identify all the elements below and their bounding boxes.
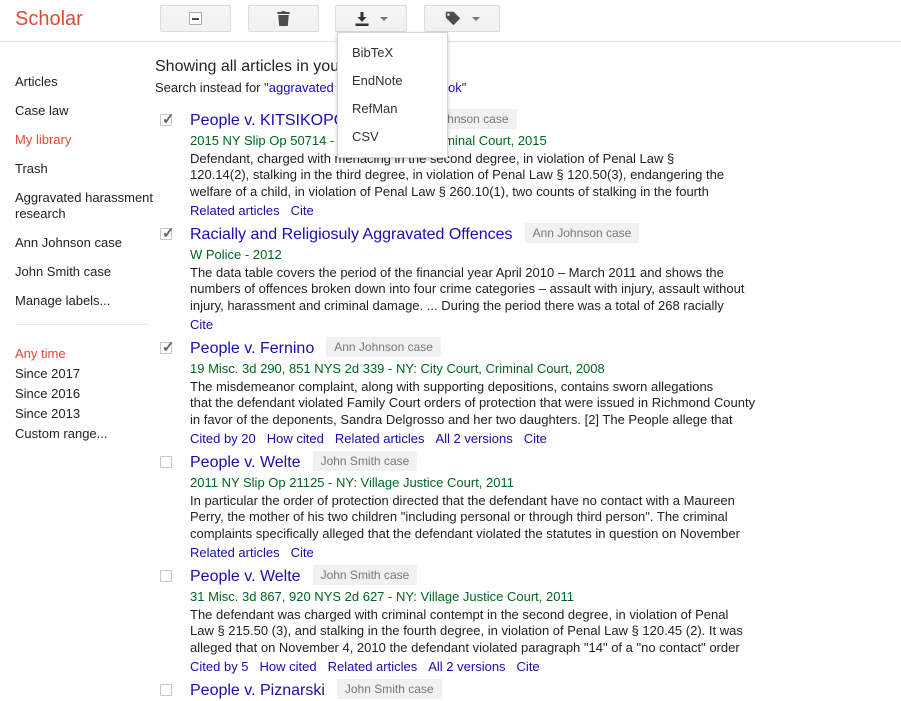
related-articles-link[interactable]: Related articles (190, 545, 280, 560)
label-button[interactable] (424, 5, 500, 32)
article-label-chip: Ann Johnson case (326, 337, 441, 357)
menu-item-bibtex[interactable]: BibTeX (338, 39, 447, 67)
article-checkbox[interactable] (160, 456, 172, 468)
article-item: People v. Fernino Ann Johnson case 19 Mis… (155, 337, 835, 451)
article-item: People v. Welte John Smith case 2011 NY S… (155, 451, 835, 565)
article-label-chip: John Smith case (337, 679, 442, 699)
results-summary: Showing all articles in your library (155, 57, 835, 77)
all-versions-link[interactable]: All 2 versions (428, 659, 505, 674)
minus-checkbox-icon (189, 12, 202, 25)
how-cited-link[interactable]: How cited (260, 659, 317, 674)
trash-icon (277, 11, 290, 26)
article-checkbox[interactable] (160, 342, 172, 354)
cite-link[interactable]: Cite (517, 659, 540, 674)
article-source: 2011 NY Slip Op 21125 - NY: Village Just… (190, 474, 835, 491)
time-filter-any-time[interactable]: Any time (15, 344, 156, 364)
sidebar-item-manage-labels[interactable]: Manage labels... (15, 293, 156, 309)
article-links: Related articles Cite (190, 544, 835, 561)
all-versions-link[interactable]: All 2 versions (435, 431, 512, 446)
article-snippet: The defendant was charged with criminal … (190, 607, 820, 656)
article-checkbox[interactable] (160, 684, 172, 696)
article-item: People v. KITSIKOPOULOSAnn Johnson case … (155, 109, 835, 223)
toolbar (160, 5, 500, 32)
cite-link[interactable]: Cite (524, 431, 547, 446)
article-links: Cited by 20 How cited Related articles All … (190, 430, 835, 447)
article-source: 31 Misc. 3d 867, 920 NYS 2d 627 - NY: Vi… (190, 588, 835, 605)
article-checkbox[interactable] (160, 114, 172, 126)
article-title[interactable]: People v. Piznarski (190, 682, 325, 699)
article-item: People v. Welte John Smith case 31 Misc. … (155, 565, 835, 679)
related-articles-link[interactable]: Related articles (190, 203, 280, 218)
article-label-chip: John Smith case (313, 565, 418, 585)
menu-item-csv[interactable]: CSV (338, 123, 447, 151)
article-label-chip: John Smith case (313, 451, 418, 471)
article-links: Cite (190, 316, 835, 333)
download-icon (355, 12, 369, 26)
time-filter-since-2017[interactable]: Since 2017 (15, 364, 156, 384)
article-snippet: The misdemeanor complaint, along with su… (190, 379, 820, 428)
related-articles-link[interactable]: Related articles (335, 431, 425, 446)
article-snippet: The data table covers the period of the … (190, 265, 820, 314)
article-item: People v. Piznarski John Smith case (155, 679, 835, 701)
delete-button[interactable] (248, 5, 319, 32)
menu-item-endnote[interactable]: EndNote (338, 67, 447, 95)
article-title[interactable]: People v. Welte (190, 568, 301, 585)
article-source: 2015 NY Slip Op 50714 - NY: City Court, … (190, 132, 835, 149)
select-all-button[interactable] (160, 5, 231, 32)
cite-link[interactable]: Cite (291, 545, 314, 560)
menu-item-refman[interactable]: RefMan (338, 95, 447, 123)
article-links: Cited by 5 How cited Related articles All 2… (190, 658, 835, 675)
article-source: W Police - 2012 (190, 246, 835, 263)
cited-by-link[interactable]: Cited by 20 (190, 431, 256, 446)
cited-by-link[interactable]: Cited by 5 (190, 659, 249, 674)
search-instead-text: Search instead for (155, 80, 264, 95)
article-snippet: In particular the order of protection di… (190, 493, 820, 542)
time-filter-custom-range[interactable]: Custom range... (15, 424, 156, 444)
time-filter-since-2013[interactable]: Since 2013 (15, 404, 156, 424)
caret-down-icon (472, 17, 480, 21)
export-menu: BibTeX EndNote RefMan CSV (337, 32, 448, 158)
sidebar-item-trash[interactable]: Trash (15, 161, 156, 177)
article-title[interactable]: Racially and Religiosuly Aggravated Offe… (190, 226, 513, 243)
results-column: Showing all articles in your library Sea… (155, 57, 835, 701)
cite-link[interactable]: Cite (190, 317, 213, 332)
scholar-logo[interactable]: Scholar (15, 8, 83, 31)
tag-icon (445, 11, 461, 26)
sidebar-divider (17, 324, 149, 325)
top-bar: Scholar (0, 0, 901, 42)
sidebar-label-aggravated-harassment-research[interactable]: Aggravated harassment research (15, 190, 156, 222)
how-cited-link[interactable]: How cited (267, 431, 324, 446)
cite-link[interactable]: Cite (291, 203, 314, 218)
article-snippet: Defendant, charged with menacing in the … (190, 151, 820, 200)
sidebar-item-case-law[interactable]: Case law (15, 103, 156, 119)
related-articles-link[interactable]: Related articles (328, 659, 418, 674)
sidebar: Articles Case law My library Trash Aggra… (15, 74, 156, 444)
caret-down-icon (380, 17, 388, 21)
sidebar-item-my-library[interactable]: My library (15, 132, 156, 148)
export-button[interactable] (335, 5, 407, 32)
search-instead: Search instead for "aggravated harassmen… (155, 79, 835, 96)
time-filter-since-2016[interactable]: Since 2016 (15, 384, 156, 404)
article-list: People v. KITSIKOPOULOSAnn Johnson case … (155, 109, 835, 701)
sidebar-label-ann-johnson-case[interactable]: Ann Johnson case (15, 235, 156, 251)
article-item: Racially and Religiosuly Aggravated Offe… (155, 223, 835, 337)
sidebar-item-articles[interactable]: Articles (15, 74, 156, 90)
sidebar-label-john-smith-case[interactable]: John Smith case (15, 264, 156, 280)
article-checkbox[interactable] (160, 228, 172, 240)
article-title[interactable]: People v. Welte (190, 454, 301, 471)
article-checkbox[interactable] (160, 570, 172, 582)
article-source: 19 Misc. 3d 290, 851 NYS 2d 339 - NY: Ci… (190, 360, 835, 377)
article-title[interactable]: People v. Fernino (190, 340, 314, 357)
article-links: Related articles Cite (190, 202, 835, 219)
article-label-chip: Ann Johnson case (525, 223, 640, 243)
